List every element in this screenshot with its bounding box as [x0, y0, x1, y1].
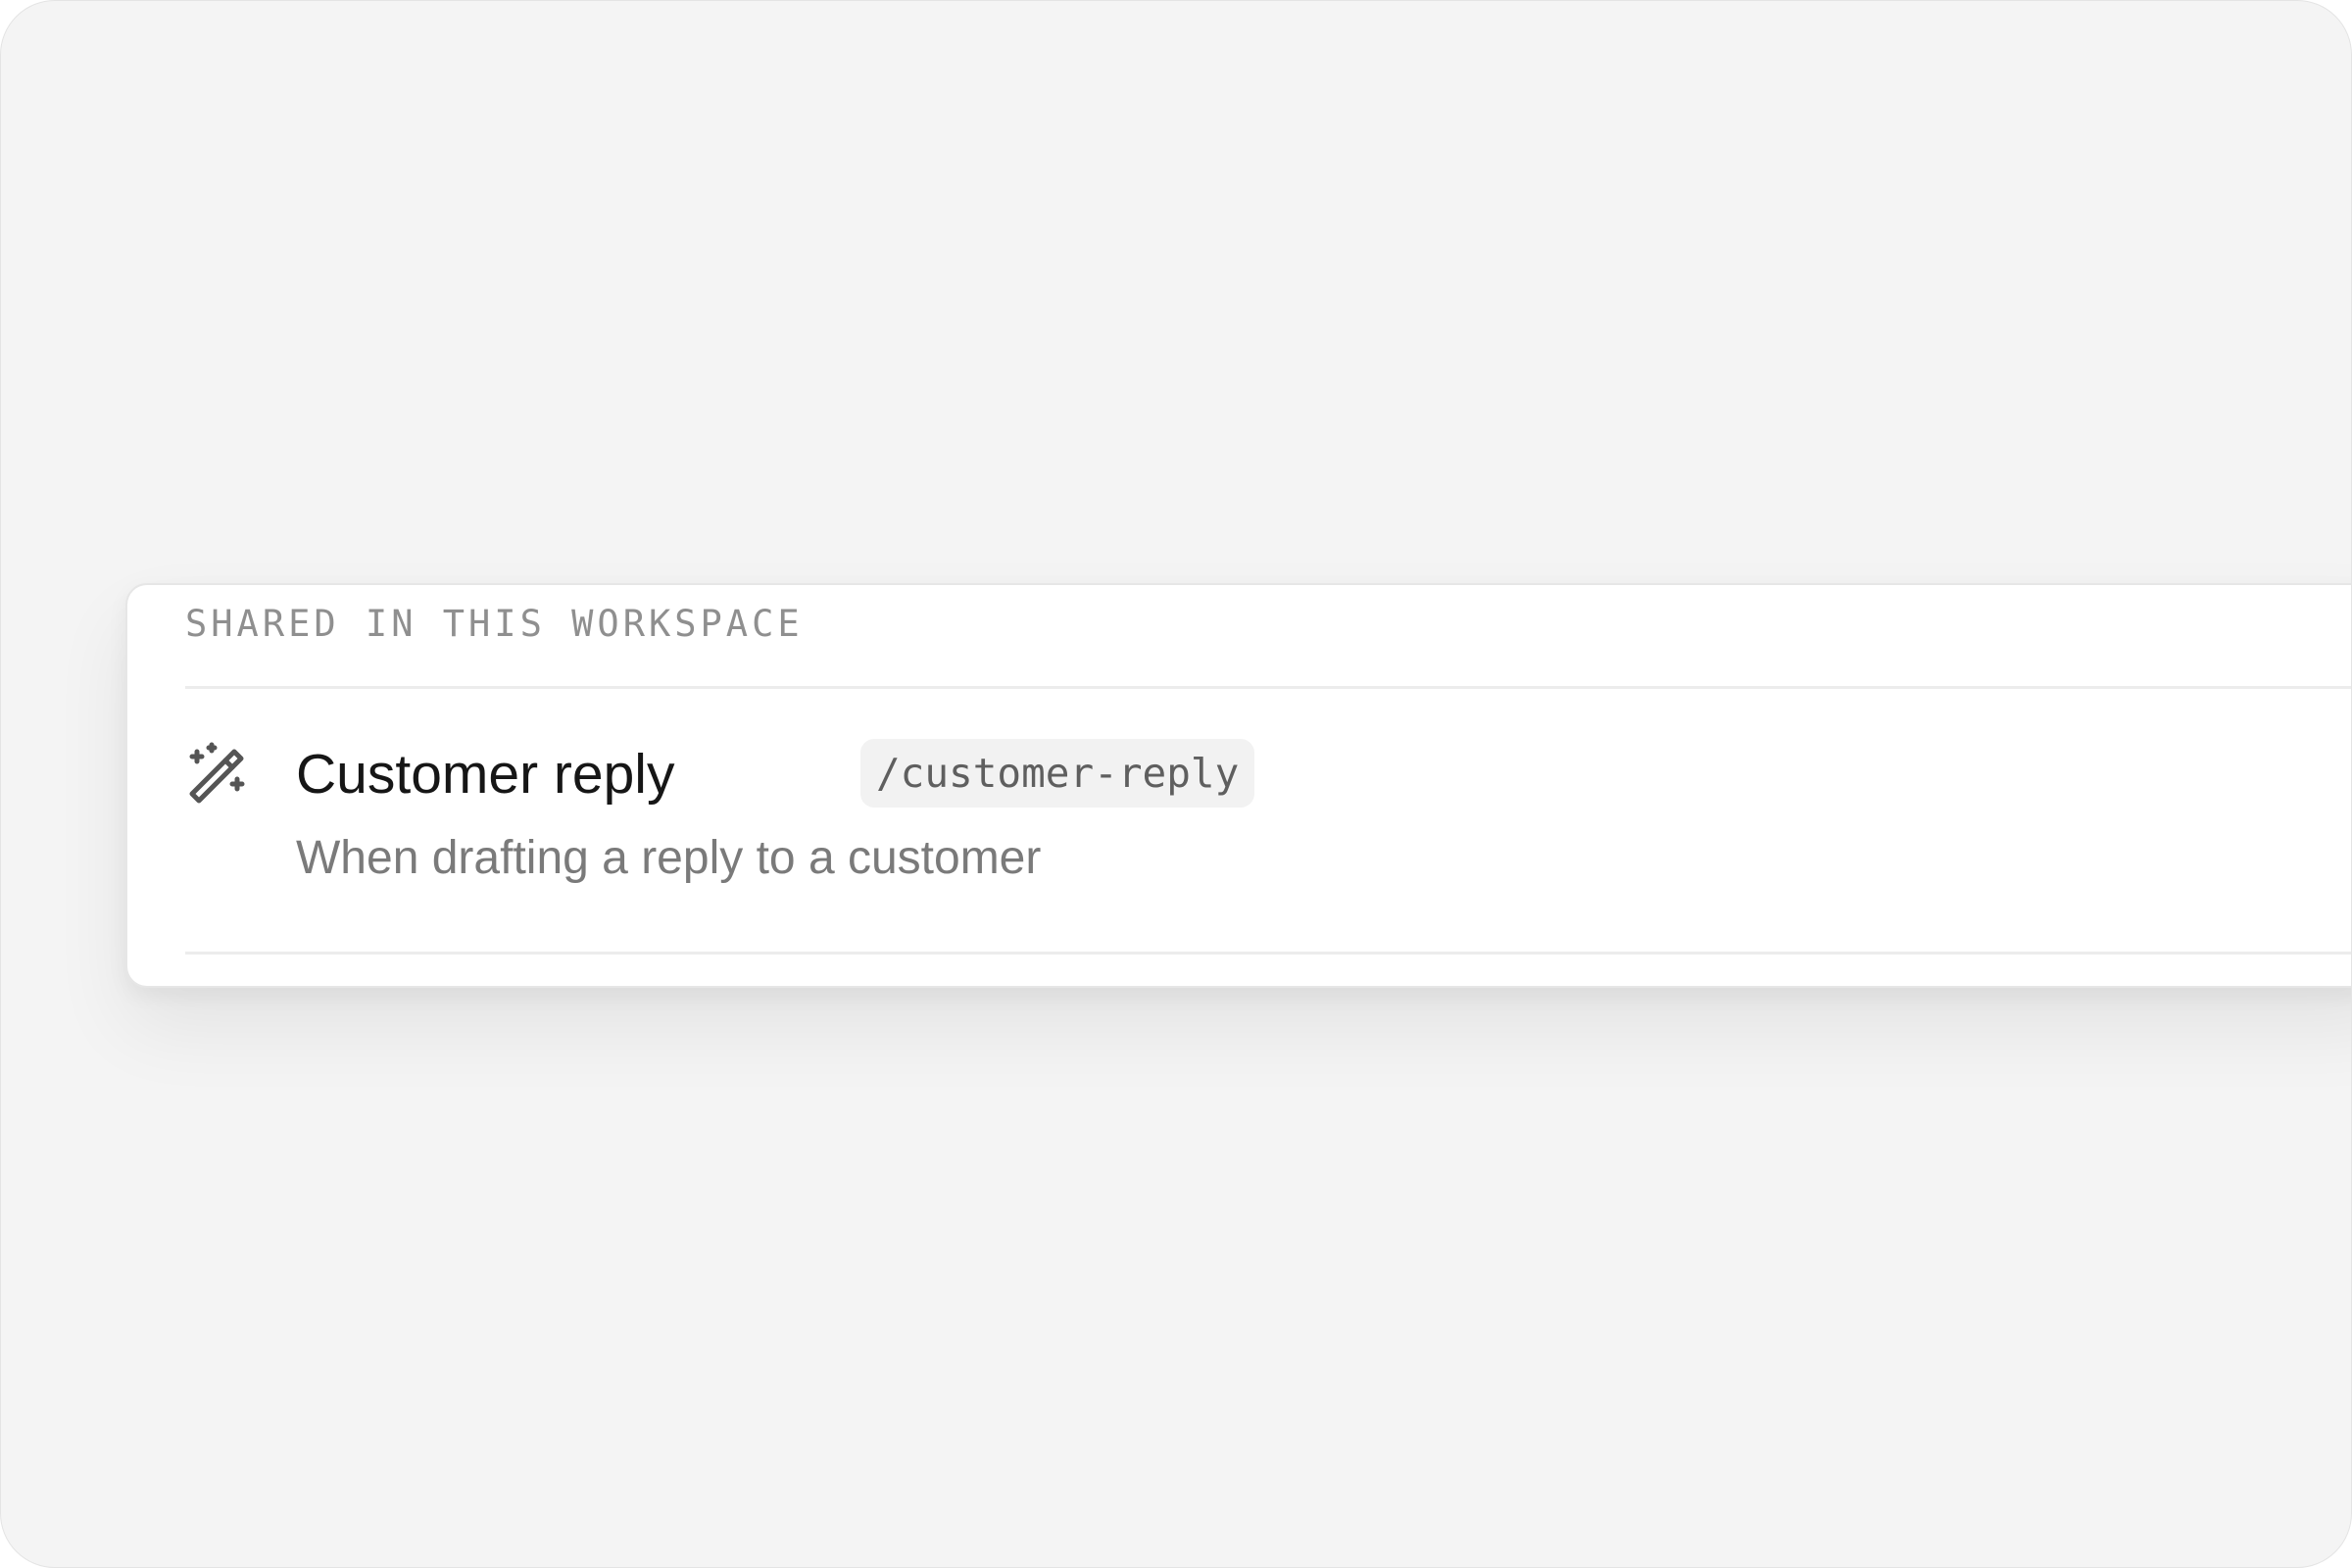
skill-description: When drafting a reply to a customer — [296, 832, 1042, 884]
skill-title: Customer reply — [296, 743, 675, 806]
app-window: SHARED IN THIS WORKSPACE Customer reply … — [0, 0, 2352, 1568]
section-label: SHARED IN THIS WORKSPACE — [185, 603, 804, 645]
skill-item-customer-reply[interactable]: Customer reply /customer-reply When draf… — [185, 739, 2351, 899]
row-divider — [185, 952, 2351, 955]
magic-wand-sparkles-icon — [185, 742, 248, 805]
skills-panel: SHARED IN THIS WORKSPACE Customer reply … — [125, 583, 2351, 988]
section-divider — [185, 686, 2351, 689]
skill-command-chip: /customer-reply — [860, 739, 1255, 808]
